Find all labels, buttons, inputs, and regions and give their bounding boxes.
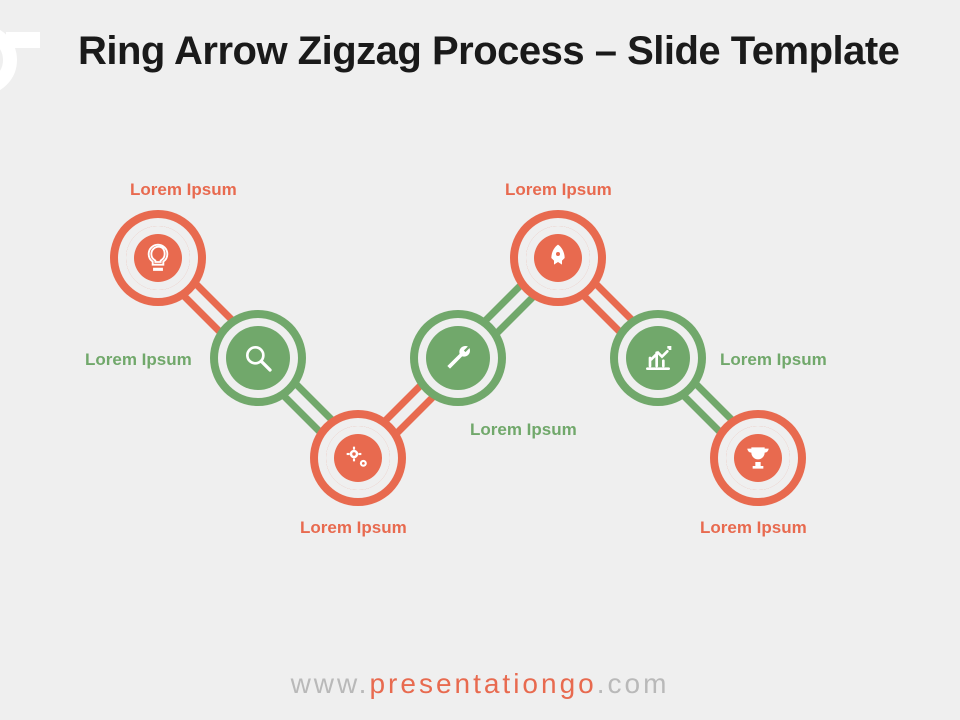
process-node-1 — [110, 210, 206, 306]
footer-mid: presentationgo — [369, 668, 596, 699]
footer-url: www.presentationgo.com — [0, 668, 960, 700]
node-4-label: Lorem Ipsum — [470, 420, 577, 440]
process-node-5 — [510, 210, 606, 306]
node-1-label: Lorem Ipsum — [130, 180, 237, 200]
chart-icon — [626, 326, 690, 390]
footer-post: .com — [597, 668, 670, 699]
slide-title: Ring Arrow Zigzag Process – Slide Templa… — [78, 28, 899, 74]
gears-icon — [326, 426, 390, 490]
logo-fragment — [0, 20, 40, 100]
wrench-icon — [426, 326, 490, 390]
process-node-7 — [710, 410, 806, 506]
node-5-label: Lorem Ipsum — [505, 180, 612, 200]
diagram-canvas: Lorem Ipsum Lorem Ipsum Lorem Ipsum Lore… — [0, 150, 960, 620]
rocket-icon — [526, 226, 590, 290]
process-node-4 — [410, 310, 506, 406]
node-7-label: Lorem Ipsum — [700, 518, 807, 538]
process-node-2 — [210, 310, 306, 406]
process-node-3 — [310, 410, 406, 506]
magnifier-icon — [226, 326, 290, 390]
process-node-6 — [610, 310, 706, 406]
node-2-label: Lorem Ipsum — [85, 350, 192, 370]
lightbulb-icon — [126, 226, 190, 290]
footer-pre: www. — [291, 668, 370, 699]
node-3-label: Lorem Ipsum — [300, 518, 407, 538]
node-6-label: Lorem Ipsum — [720, 350, 827, 370]
trophy-icon — [726, 426, 790, 490]
